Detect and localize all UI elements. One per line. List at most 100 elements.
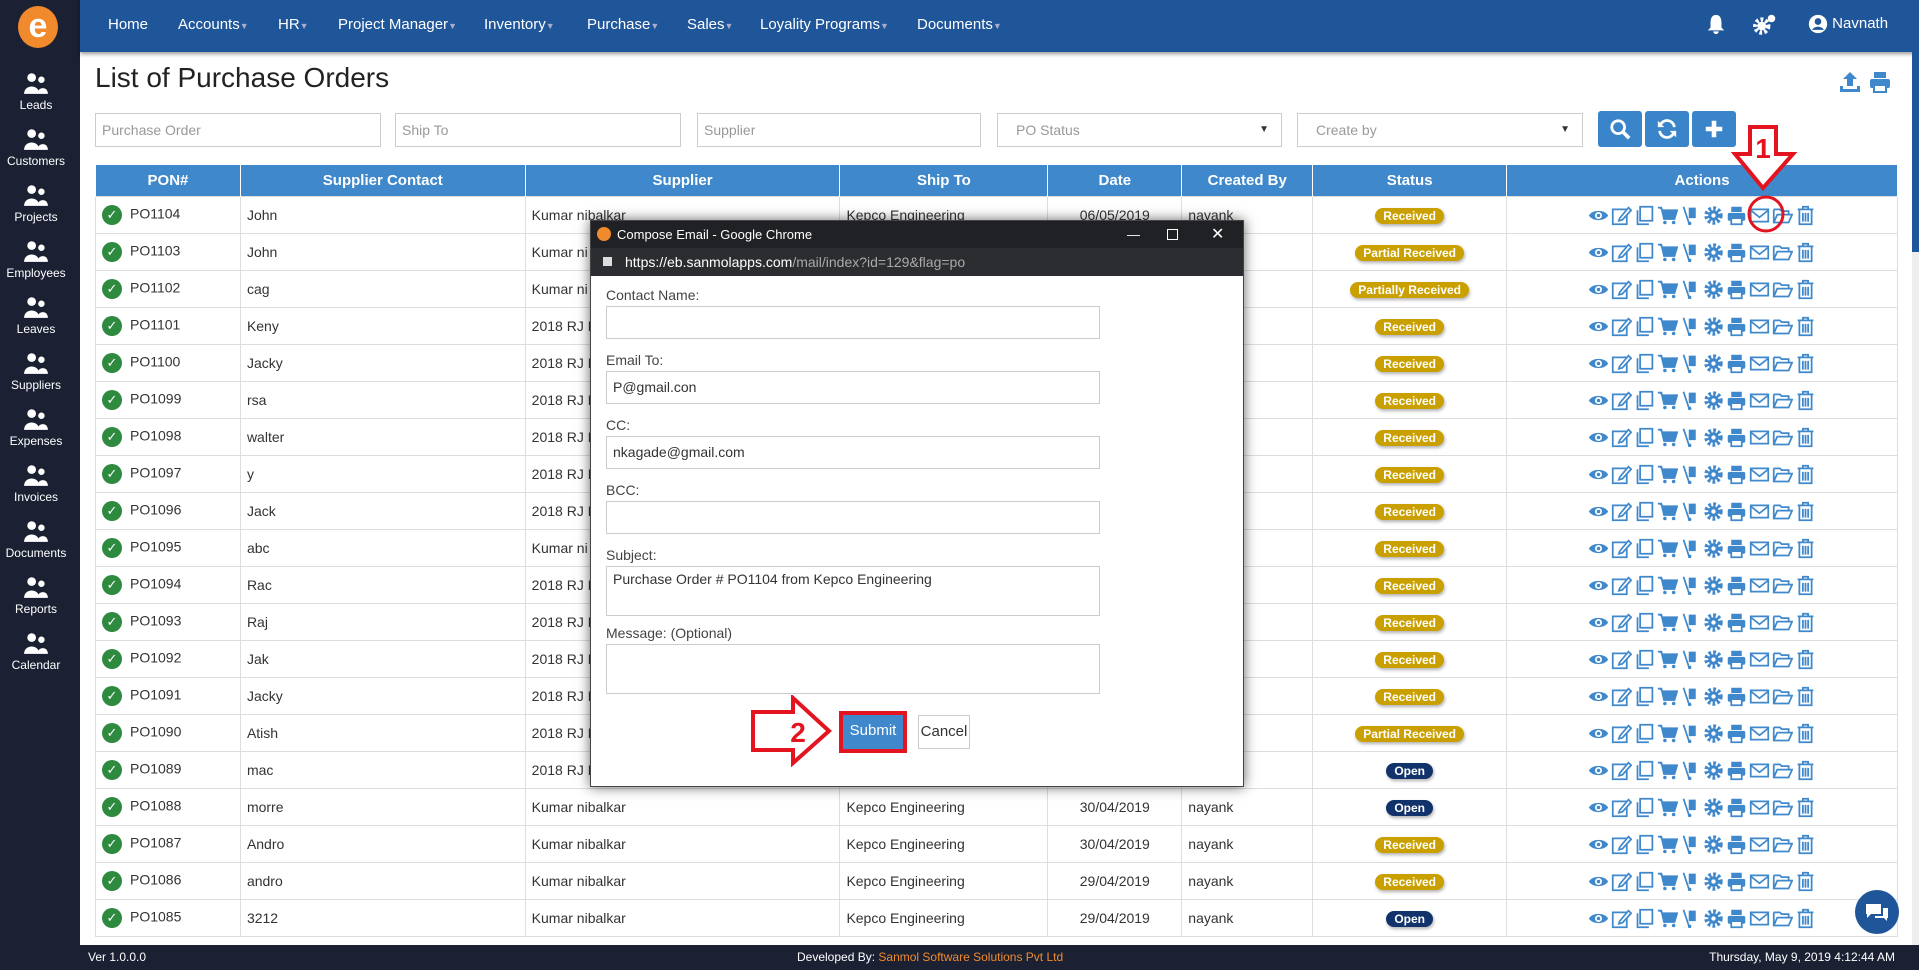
eye-icon[interactable] [1588,538,1609,559]
copy-icon[interactable] [1634,612,1655,633]
minimize-button[interactable]: — [1127,221,1140,248]
eye-icon[interactable] [1588,760,1609,781]
gear-icon[interactable] [1703,279,1724,300]
check-circle-icon[interactable]: ✓ [102,871,122,891]
check-circle-icon[interactable]: ✓ [102,612,122,632]
folder-open-icon[interactable] [1772,427,1793,448]
envelope-icon[interactable] [1749,279,1770,300]
check-circle-icon[interactable]: ✓ [102,723,122,743]
edit-icon[interactable] [1611,501,1632,522]
sidebar-item-leads[interactable]: Leads [0,70,72,112]
cart-icon[interactable] [1657,501,1678,522]
eye-icon[interactable] [1588,575,1609,596]
gear-icon[interactable] [1703,353,1724,374]
sidebar-item-calendar[interactable]: Calendar [0,630,72,672]
dolly-icon[interactable] [1680,612,1701,633]
copy-icon[interactable] [1634,390,1655,411]
eye-icon[interactable] [1588,316,1609,337]
gear-icon[interactable] [1703,501,1724,522]
dolly-icon[interactable] [1680,686,1701,707]
trash-icon[interactable] [1795,797,1816,818]
edit-icon[interactable] [1611,353,1632,374]
column-header[interactable]: Date [1047,164,1183,197]
gear-icon[interactable] [1703,575,1724,596]
folder-open-icon[interactable] [1772,353,1793,374]
eye-icon[interactable] [1588,353,1609,374]
copy-icon[interactable] [1634,834,1655,855]
purchase-order-filter[interactable]: Purchase Order [95,113,381,147]
check-circle-icon[interactable]: ✓ [102,834,122,854]
print-icon[interactable] [1726,797,1747,818]
nav-accounts[interactable]: Accounts▼ [178,16,249,33]
envelope-icon[interactable] [1749,242,1770,263]
folder-open-icon[interactable] [1772,464,1793,485]
folder-open-icon[interactable] [1772,612,1793,633]
check-circle-icon[interactable]: ✓ [102,538,122,558]
nav-hr[interactable]: HR▼ [278,16,309,33]
edit-icon[interactable] [1611,242,1632,263]
dolly-icon[interactable] [1680,538,1701,559]
copy-icon[interactable] [1634,279,1655,300]
check-circle-icon[interactable]: ✓ [102,427,122,447]
cart-icon[interactable] [1657,427,1678,448]
eye-icon[interactable] [1588,871,1609,892]
cart-icon[interactable] [1657,871,1678,892]
sidebar-item-invoices[interactable]: Invoices [0,462,72,504]
gear-icon[interactable] [1703,834,1724,855]
check-circle-icon[interactable]: ✓ [102,797,122,817]
dolly-icon[interactable] [1680,575,1701,596]
trash-icon[interactable] [1795,649,1816,670]
edit-icon[interactable] [1611,316,1632,337]
upload-icon[interactable] [1838,70,1862,98]
envelope-icon[interactable] [1749,686,1770,707]
folder-open-icon[interactable] [1772,316,1793,337]
envelope-icon[interactable] [1749,464,1770,485]
user-menu[interactable]: Navnath [1808,14,1888,34]
folder-open-icon[interactable] [1772,279,1793,300]
check-circle-icon[interactable]: ✓ [102,464,122,484]
eye-icon[interactable] [1588,279,1609,300]
gear-icon[interactable] [1703,316,1724,337]
gear-icon[interactable] [1703,760,1724,781]
eye-icon[interactable] [1588,723,1609,744]
sidebar-item-suppliers[interactable]: Suppliers [0,350,72,392]
dolly-icon[interactable] [1680,760,1701,781]
trash-icon[interactable] [1795,242,1816,263]
eye-icon[interactable] [1588,834,1609,855]
print-icon[interactable] [1726,427,1747,448]
nav-purchase[interactable]: Purchase▼ [587,16,659,33]
edit-icon[interactable] [1611,686,1632,707]
dolly-icon[interactable] [1680,871,1701,892]
dolly-icon[interactable] [1680,723,1701,744]
dolly-icon[interactable] [1680,353,1701,374]
gear-icon[interactable] [1703,612,1724,633]
sidebar-item-expenses[interactable]: Expenses [0,406,72,448]
envelope-icon[interactable] [1749,760,1770,781]
eye-icon[interactable] [1588,205,1609,226]
edit-icon[interactable] [1611,427,1632,448]
print-icon[interactable] [1726,612,1747,633]
copy-icon[interactable] [1634,723,1655,744]
message-textarea[interactable] [606,644,1100,694]
copy-icon[interactable] [1634,575,1655,596]
dolly-icon[interactable] [1680,390,1701,411]
dolly-icon[interactable] [1680,797,1701,818]
chat-button[interactable] [1855,890,1899,934]
print-icon[interactable] [1726,723,1747,744]
sidebar-item-documents[interactable]: Documents [0,518,72,560]
print-icon[interactable] [1726,871,1747,892]
dolly-icon[interactable] [1680,316,1701,337]
cart-icon[interactable] [1657,686,1678,707]
gear-icon[interactable] [1703,464,1724,485]
gear-icon[interactable] [1703,686,1724,707]
refresh-button[interactable] [1645,111,1689,147]
cart-icon[interactable] [1657,797,1678,818]
print-icon[interactable] [1726,464,1747,485]
close-button[interactable]: ✕ [1211,221,1224,248]
edit-icon[interactable] [1611,205,1632,226]
cart-icon[interactable] [1657,908,1678,929]
trash-icon[interactable] [1795,279,1816,300]
envelope-icon[interactable] [1749,353,1770,374]
edit-icon[interactable] [1611,575,1632,596]
eye-icon[interactable] [1588,501,1609,522]
